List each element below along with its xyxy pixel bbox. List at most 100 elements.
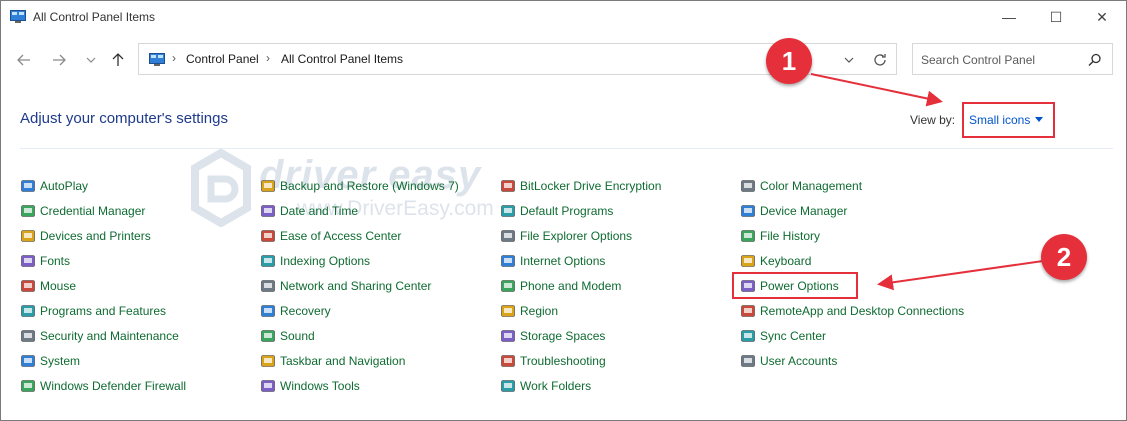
control-panel-item[interactable]: Mouse [20,277,76,295]
control-panel-item[interactable]: User Accounts [740,352,837,370]
fonts-icon [20,253,36,269]
control-panel-item[interactable]: Device Manager [740,202,847,220]
control-panel-item-label[interactable]: User Accounts [760,354,837,368]
control-panel-item-label[interactable]: Phone and Modem [520,279,621,293]
window-title: All Control Panel Items [33,10,156,24]
control-panel-item[interactable]: Programs and Features [20,302,166,320]
control-panel-item[interactable]: Security and Maintenance [20,327,179,345]
control-panel-item-label[interactable]: Keyboard [760,254,811,268]
breadcrumb-control-panel[interactable]: Control Panel [186,52,259,66]
close-button[interactable]: ✕ [1079,1,1125,33]
control-panel-item-label[interactable]: Network and Sharing Center [280,279,431,293]
control-panel-item[interactable]: File Explorer Options [500,227,632,245]
programs-icon [20,303,36,319]
control-panel-item-label[interactable]: Fonts [40,254,70,268]
search-input[interactable]: Search Control Panel [921,53,1035,67]
control-panel-item-label[interactable]: Date and Time [280,204,358,218]
control-panel-item-label[interactable]: System [40,354,80,368]
control-panel-item[interactable]: Windows Tools [260,377,360,395]
control-panel-item-label[interactable]: Indexing Options [280,254,370,268]
control-panel-item[interactable]: Date and Time [260,202,358,220]
breadcrumb-separator[interactable]: › [266,51,270,65]
control-panel-item[interactable]: Fonts [20,252,70,270]
address-dropdown-button[interactable] [840,51,858,69]
control-panel-item-label[interactable]: RemoteApp and Desktop Connections [760,304,964,318]
control-panel-item[interactable]: Sound [260,327,315,345]
control-panel-item[interactable]: Internet Options [500,252,605,270]
control-panel-window: All Control Panel Items — ☐ ✕ › Control … [0,0,1127,421]
tools-icon [260,378,276,394]
control-panel-item[interactable]: RemoteApp and Desktop Connections [740,302,964,320]
control-panel-item[interactable]: Sync Center [740,327,826,345]
control-panel-item[interactable]: System [20,352,80,370]
control-panel-item-label[interactable]: Backup and Restore (Windows 7) [280,179,459,193]
control-panel-item-label[interactable]: Security and Maintenance [40,329,179,343]
recent-locations-button[interactable] [79,48,103,72]
control-panel-item-label[interactable]: Windows Tools [280,379,360,393]
control-panel-item-label[interactable]: Troubleshooting [520,354,606,368]
control-panel-item[interactable]: Region [500,302,558,320]
chevron-down-icon [844,57,854,63]
control-panel-item[interactable]: Recovery [260,302,331,320]
control-panel-item-label[interactable]: Taskbar and Navigation [280,354,405,368]
search-box[interactable]: Search Control Panel [912,43,1113,75]
control-panel-item-label[interactable]: File History [760,229,820,243]
refresh-button[interactable] [871,51,889,69]
view-by-dropdown[interactable]: Small icons [969,113,1044,127]
search-icon[interactable] [1087,52,1103,68]
control-panel-item[interactable]: Default Programs [500,202,613,220]
control-panel-item[interactable]: BitLocker Drive Encryption [500,177,661,195]
control-panel-item[interactable]: Keyboard [740,252,811,270]
firewall-icon [20,378,36,394]
control-panel-item[interactable]: Credential Manager [20,202,145,220]
file-history-icon [740,228,756,244]
control-panel-item-label[interactable]: Ease of Access Center [280,229,401,243]
taskbar-icon [260,353,276,369]
control-panel-item-label[interactable]: Credential Manager [40,204,145,218]
control-panel-item-label[interactable]: File Explorer Options [520,229,632,243]
device-manager-icon [740,203,756,219]
forward-button[interactable] [47,48,71,72]
control-panel-item-label[interactable]: Windows Defender Firewall [40,379,186,393]
control-panel-item[interactable]: Color Management [740,177,862,195]
control-panel-item-label[interactable]: BitLocker Drive Encryption [520,179,661,193]
back-button[interactable] [12,48,36,72]
control-panel-item-label[interactable]: Sync Center [760,329,826,343]
control-panel-item[interactable]: Taskbar and Navigation [260,352,405,370]
control-panel-item-label[interactable]: Devices and Printers [40,229,151,243]
breadcrumb-separator[interactable]: › [172,51,176,65]
control-panel-item[interactable]: Devices and Printers [20,227,151,245]
remoteapp-icon [740,303,756,319]
up-button[interactable] [106,48,130,72]
control-panel-item[interactable]: Storage Spaces [500,327,605,345]
control-panel-item-label[interactable]: Storage Spaces [520,329,605,343]
control-panel-item[interactable]: Troubleshooting [500,352,606,370]
control-panel-item[interactable]: Windows Defender Firewall [20,377,186,395]
control-panel-item[interactable]: Phone and Modem [500,277,621,295]
control-panel-item-label[interactable]: Color Management [760,179,862,193]
flag-icon [20,328,36,344]
control-panel-item-label[interactable]: Recovery [280,304,331,318]
control-panel-item-label[interactable]: Mouse [40,279,76,293]
control-panel-item-label[interactable]: Internet Options [520,254,605,268]
control-panel-item-label[interactable]: Sound [280,329,315,343]
credential-manager-icon [20,203,36,219]
control-panel-item[interactable]: File History [740,227,820,245]
control-panel-item-label[interactable]: Work Folders [520,379,591,393]
control-panel-item-label[interactable]: AutoPlay [40,179,88,193]
control-panel-item-label[interactable]: Region [520,304,558,318]
control-panel-item[interactable]: Backup and Restore (Windows 7) [260,177,459,195]
control-panel-item-label[interactable]: Programs and Features [40,304,166,318]
control-panel-item[interactable]: Ease of Access Center [260,227,401,245]
control-panel-item-label[interactable]: Default Programs [520,204,613,218]
breadcrumb-all-items[interactable]: All Control Panel Items [281,52,403,66]
view-by-value[interactable]: Small icons [969,113,1030,127]
control-panel-item[interactable]: Work Folders [500,377,591,395]
minimize-button[interactable]: — [986,1,1032,33]
control-panel-item[interactable]: Network and Sharing Center [260,277,431,295]
control-panel-item[interactable]: AutoPlay [20,177,88,195]
maximize-button[interactable]: ☐ [1033,1,1079,33]
control-panel-item-label[interactable]: Device Manager [760,204,847,218]
control-panel-item[interactable]: Indexing Options [260,252,370,270]
page-title: Adjust your computer's settings [20,110,228,127]
